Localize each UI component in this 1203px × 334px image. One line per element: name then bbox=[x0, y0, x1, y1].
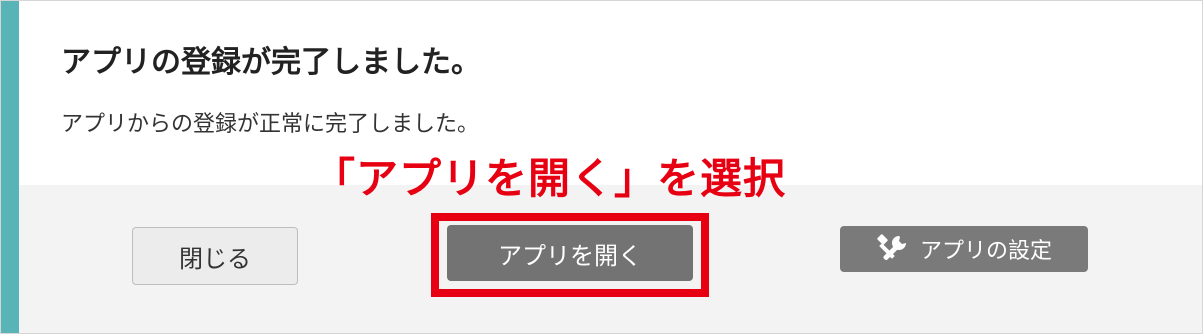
registration-complete-dialog: アプリの登録が完了しました。 アプリからの登録が正常に完了しました。 「アプリを… bbox=[0, 0, 1203, 334]
app-settings-button[interactable]: アプリの設定 bbox=[840, 226, 1088, 272]
dialog-message: アプリからの登録が正常に完了しました。 bbox=[61, 112, 480, 137]
close-button[interactable]: 閉じる bbox=[132, 227, 298, 285]
accent-bar bbox=[1, 1, 19, 333]
tools-icon bbox=[877, 234, 906, 261]
dialog-title: アプリの登録が完了しました。 bbox=[61, 45, 481, 80]
instruction-annotation: 「アプリを開く」を選択 bbox=[313, 154, 787, 203]
app-settings-label: アプリの設定 bbox=[919, 239, 1052, 264]
open-app-button[interactable]: アプリを開く bbox=[447, 225, 693, 281]
